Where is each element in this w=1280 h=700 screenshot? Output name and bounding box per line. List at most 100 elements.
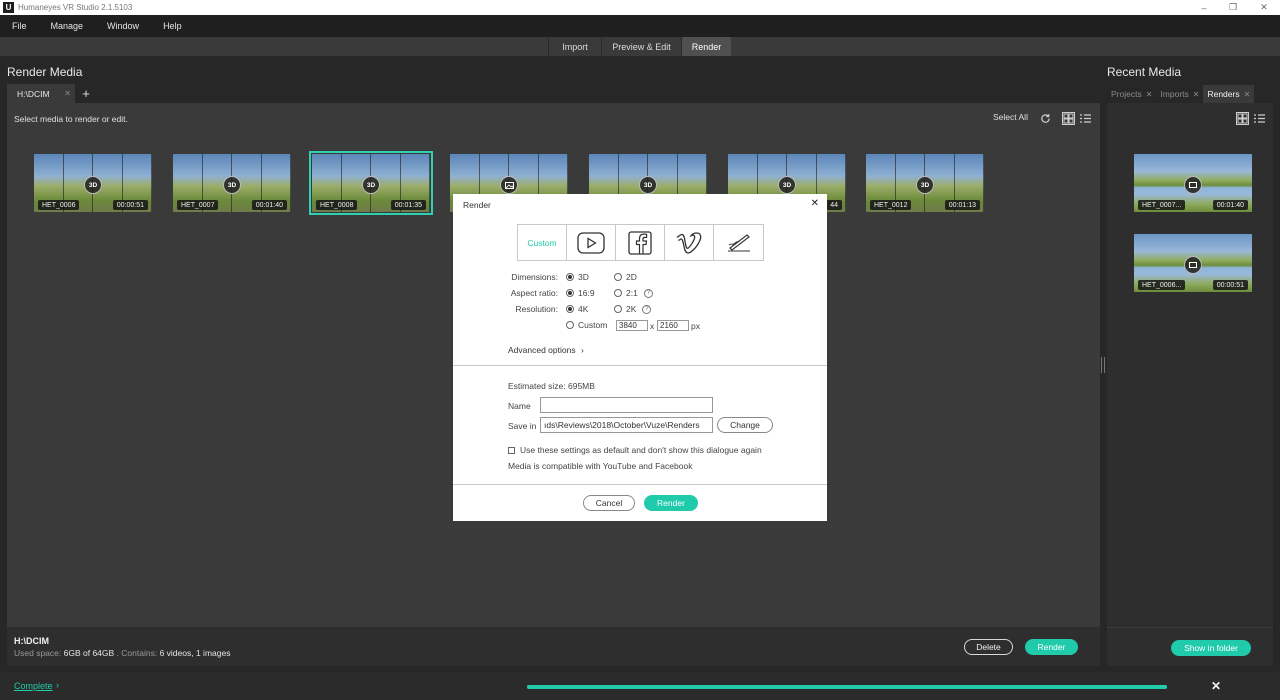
- radio-2k-label: 2K: [626, 304, 637, 314]
- custom-width-field[interactable]: 3840: [616, 320, 648, 331]
- folder-tabs: H:\DCIM ✕ +: [7, 84, 97, 103]
- close-tab-icon[interactable]: ✕: [1244, 90, 1251, 99]
- name-input[interactable]: [540, 397, 713, 413]
- complete-link[interactable]: Complete: [14, 681, 53, 691]
- thumbnail-duration: 00:01:13: [944, 200, 980, 210]
- dialog-render-button[interactable]: Render: [644, 495, 698, 511]
- thumbnail-duration: 00:00:51: [112, 200, 148, 210]
- 3d-badge-icon: 3D: [916, 176, 934, 194]
- delete-button[interactable]: Delete: [964, 639, 1013, 655]
- tab-projects[interactable]: Projects ✕: [1107, 85, 1156, 103]
- render-progress-fill: [527, 685, 1167, 689]
- custom-height-field[interactable]: 2160: [657, 320, 689, 331]
- tab-imports-label: Imports: [1160, 89, 1189, 99]
- chevron-right-icon[interactable]: ›: [56, 680, 59, 690]
- render-media-title: Render Media: [7, 65, 83, 79]
- signature-icon[interactable]: [714, 225, 763, 260]
- close-tab-icon[interactable]: ✕: [1193, 90, 1200, 99]
- thumbnail-duration: 00:01:35: [390, 200, 426, 210]
- save-in-path-field[interactable]: ıds\Reviews\2018\October\Vuze\Renders: [540, 417, 713, 433]
- tab-renders[interactable]: Renders ✕: [1203, 85, 1255, 103]
- tab-render[interactable]: Render: [681, 37, 731, 56]
- contains-value: 6 videos, 1 images: [159, 648, 231, 658]
- name-label: Name: [508, 401, 531, 411]
- menu-manage[interactable]: Manage: [39, 21, 96, 31]
- minimize-icon[interactable]: –: [1188, 0, 1220, 15]
- save-in-label: Save in: [508, 421, 537, 431]
- help-icon[interactable]: ?: [643, 288, 653, 298]
- thumbnail-name: HET_0008: [316, 200, 358, 210]
- radio-2k[interactable]: 2K?: [614, 304, 652, 314]
- list-view-icon[interactable]: [1078, 111, 1092, 125]
- window-title: Humaneyes VR Studio 2.1.5103: [18, 3, 133, 12]
- help-icon[interactable]: ?: [642, 304, 652, 314]
- default-settings-checkbox[interactable]: [508, 447, 515, 454]
- default-settings-label: Use these settings as default and don't …: [520, 445, 762, 455]
- tab-imports[interactable]: Imports ✕: [1156, 85, 1203, 103]
- recent-render-thumbnail[interactable]: HET_0007... 00:01:40: [1134, 154, 1252, 212]
- media-thumbnail[interactable]: 3D HET_0006 00:00:51: [34, 154, 152, 212]
- close-tab-icon[interactable]: ✕: [64, 89, 71, 98]
- 3d-badge-icon: 3D: [84, 176, 102, 194]
- radio-unselected-icon: [614, 273, 622, 281]
- folder-status-bar: H:\DCIM Used space: 6GB of 64GB . Contai…: [7, 627, 1100, 666]
- select-all-button[interactable]: Select All: [993, 112, 1028, 122]
- grid-view-icon[interactable]: [1235, 111, 1249, 125]
- contains-label: . Contains:: [116, 648, 158, 658]
- radio-custom-resolution[interactable]: Custom: [566, 320, 607, 330]
- render-button[interactable]: Render: [1025, 639, 1078, 655]
- dialog-close-icon[interactable]: ✕: [811, 198, 819, 209]
- menu-window[interactable]: Window: [95, 21, 151, 31]
- advanced-options-toggle[interactable]: Advanced options ›: [508, 345, 584, 355]
- preset-custom[interactable]: Custom: [518, 225, 567, 260]
- recent-media-title: Recent Media: [1107, 65, 1182, 79]
- preset-selector: Custom: [517, 224, 764, 261]
- close-window-icon[interactable]: ✕: [1248, 0, 1280, 15]
- facebook-icon[interactable]: [616, 225, 665, 260]
- render-progress-bar: [527, 685, 1167, 689]
- radio-selected-icon: [566, 289, 574, 297]
- recent-render-thumbnail[interactable]: HET_0006... 00:00:51: [1134, 234, 1252, 292]
- refresh-icon[interactable]: [1038, 111, 1052, 125]
- close-icon[interactable]: ✕: [1211, 679, 1221, 693]
- youtube-icon[interactable]: [567, 225, 616, 260]
- render-dialog: Render ✕ Custom Dimensions: 3D 2D Aspect…: [453, 194, 827, 521]
- radio-2-1[interactable]: 2:1?: [614, 288, 653, 298]
- tab-preview-edit[interactable]: Preview & Edit: [601, 37, 681, 56]
- media-thumbnail[interactable]: 3D HET_0007 00:01:40: [173, 154, 291, 212]
- folder-tab-dcim[interactable]: H:\DCIM ✕: [7, 84, 75, 103]
- radio-custom-label: Custom: [578, 320, 608, 330]
- radio-16-9[interactable]: 16:9: [566, 288, 595, 298]
- unit-label: px: [691, 321, 700, 331]
- radio-unselected-icon: [614, 289, 622, 297]
- divider: [453, 484, 827, 485]
- cancel-button[interactable]: Cancel: [583, 495, 635, 511]
- restore-icon[interactable]: ❐: [1217, 0, 1249, 15]
- grid-view-icon[interactable]: [1061, 111, 1075, 125]
- show-in-folder-button[interactable]: Show in folder: [1171, 640, 1251, 656]
- compatibility-note: Media is compatible with YouTube and Fac…: [508, 461, 693, 471]
- thumbnail-duration: 44: [826, 200, 842, 210]
- media-thumbnail[interactable]: 3D HET_0012 00:01:13: [866, 154, 984, 212]
- media-thumbnail-selected[interactable]: 3D HET_0008 00:01:35: [309, 151, 433, 215]
- 3d-badge-icon: 3D: [778, 176, 796, 194]
- change-folder-button[interactable]: Change: [717, 417, 773, 433]
- dimensions-label: Dimensions:: [511, 272, 558, 282]
- radio-unselected-icon: [614, 305, 622, 313]
- add-tab-button[interactable]: +: [75, 84, 97, 103]
- radio-selected-icon: [566, 305, 574, 313]
- panel-splitter-handle[interactable]: [1101, 357, 1105, 373]
- app-logo-icon: U: [3, 2, 14, 13]
- menu-file[interactable]: File: [0, 21, 39, 31]
- close-tab-icon[interactable]: ✕: [1146, 90, 1153, 99]
- radio-4k[interactable]: 4K: [566, 304, 588, 314]
- menu-help[interactable]: Help: [151, 21, 194, 31]
- radio-2d[interactable]: 2D: [614, 272, 637, 282]
- vimeo-icon[interactable]: [665, 225, 714, 260]
- thumbnail-name: HET_0007: [177, 200, 219, 210]
- radio-3d[interactable]: 3D: [566, 272, 589, 282]
- tab-import[interactable]: Import: [548, 37, 601, 56]
- list-view-icon[interactable]: [1252, 111, 1266, 125]
- mode-tab-bar: Import Preview & Edit Render: [0, 37, 1280, 56]
- vr-player-icon: [1184, 256, 1202, 274]
